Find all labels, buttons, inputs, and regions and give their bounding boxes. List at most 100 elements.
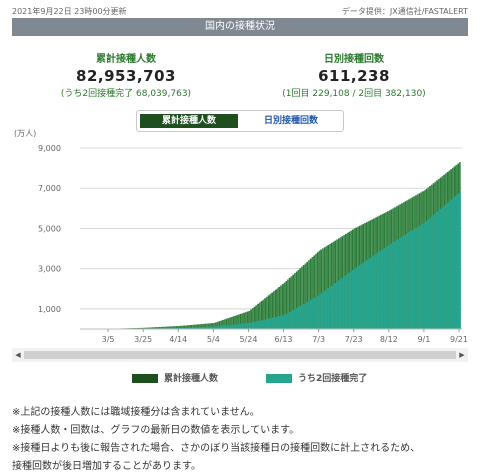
bar-second-dose: [391, 243, 393, 329]
vaccination-chart: (万人)1,0003,0005,0007,0009,0003/53/254/14…: [0, 124, 480, 350]
daily-value: 611,238: [240, 67, 468, 85]
y-tick-label: 3,000: [38, 265, 61, 274]
bar-second-dose: [426, 221, 428, 329]
bar-second-dose: [224, 326, 226, 329]
legend-item-second-dose[interactable]: うち2回接種完了: [266, 373, 367, 385]
bar-second-dose: [403, 236, 405, 329]
bar-second-dose: [454, 197, 456, 329]
legend-swatch-second-dose: [266, 374, 292, 383]
bar-second-dose: [257, 321, 259, 329]
bar-second-dose: [371, 257, 373, 329]
cumulative-sub: (うち2回接種完了 68,039,763): [12, 86, 240, 99]
bar-second-dose: [284, 315, 286, 329]
bar-second-dose: [294, 309, 296, 329]
bar-second-dose: [373, 255, 375, 329]
bar-second-dose: [327, 288, 329, 329]
bar-second-dose: [436, 212, 438, 329]
bar-second-dose: [268, 319, 270, 329]
bar-second-dose: [259, 321, 261, 329]
bar-second-dose: [438, 210, 440, 329]
bar-second-dose: [227, 325, 229, 329]
bar-second-dose: [333, 284, 335, 329]
bar-second-dose: [317, 296, 319, 329]
bar-second-dose: [324, 291, 326, 329]
bar-second-dose: [280, 316, 282, 329]
chart-scrollbar[interactable]: ◀ ▶: [12, 348, 468, 362]
bar-second-dose: [440, 209, 442, 329]
bar-second-dose: [419, 226, 421, 329]
bar-second-dose: [226, 325, 228, 329]
bar-second-dose: [355, 267, 357, 329]
bar-second-dose: [459, 192, 461, 329]
bar-second-dose: [368, 259, 370, 329]
bar-second-dose: [415, 228, 417, 329]
x-tick-label: 4/14: [169, 335, 187, 344]
x-tick-label: 7/3: [312, 335, 325, 344]
bar-second-dose: [229, 325, 231, 329]
bar-second-dose: [308, 301, 310, 329]
scroll-left-arrow-icon[interactable]: ◀: [12, 348, 24, 362]
note-line: ※接種日よりも後に報告された場合、さかのぼり当該接種日の接種回数に計上されるため…: [12, 440, 472, 458]
bar-second-dose: [289, 312, 291, 329]
bar-second-dose: [312, 299, 314, 329]
bar-second-dose: [452, 198, 454, 329]
bar-second-dose: [278, 316, 280, 329]
cumulative-value: 82,953,703: [12, 67, 240, 85]
x-tick-label: 3/5: [102, 335, 115, 344]
scroll-right-arrow-icon[interactable]: ▶: [456, 348, 468, 362]
bar-second-dose: [375, 254, 377, 329]
note-line: ※上記の接種人数には職域接種分は含まれていません。: [12, 404, 472, 422]
bar-second-dose: [457, 194, 459, 329]
bar-second-dose: [271, 318, 273, 329]
y-axis-label: (万人): [14, 129, 36, 138]
bar-second-dose: [277, 317, 279, 329]
bar-second-dose: [238, 324, 240, 329]
bar-second-dose: [254, 322, 256, 329]
y-tick-label: 9,000: [38, 144, 61, 153]
bar-second-dose: [261, 320, 263, 329]
legend-label-cumulative: 累計接種人数: [164, 374, 218, 384]
x-tick-label: 6/13: [275, 335, 293, 344]
legend-swatch-cumulative: [132, 374, 158, 383]
bar-second-dose: [326, 290, 328, 329]
bar-second-dose: [405, 235, 407, 329]
updated-timestamp: 2021年9月22日 23時00分更新: [12, 6, 127, 17]
x-tick-label: 9/21: [450, 335, 468, 344]
bar-second-dose: [264, 319, 266, 329]
bar-second-dose: [352, 270, 354, 329]
bar-second-dose: [424, 222, 426, 329]
bar-second-dose: [336, 282, 338, 329]
x-tick-label: 7/23: [345, 335, 363, 344]
x-tick-label: 9/1: [417, 335, 430, 344]
bar-second-dose: [303, 304, 305, 329]
bar-second-dose: [231, 325, 233, 329]
bar-second-dose: [233, 325, 235, 329]
bar-second-dose: [291, 311, 293, 329]
bar-second-dose: [410, 231, 412, 329]
bar-second-dose: [455, 195, 457, 329]
bar-second-dose: [378, 252, 380, 329]
bar-second-dose: [301, 305, 303, 329]
bar-second-dose: [247, 323, 249, 329]
top-info-bar: 2021年9月22日 23時00分更新 データ提供：JX通信社/FASTALER…: [12, 6, 468, 18]
bar-second-dose: [292, 310, 294, 329]
x-tick-label: 3/25: [134, 335, 152, 344]
bar-second-dose: [412, 230, 414, 329]
bar-second-dose: [241, 324, 243, 329]
y-tick-label: 1,000: [38, 305, 61, 314]
daily-stat: 日別接種回数 611,238 (1回目 229,108 / 2回目 382,13…: [240, 50, 468, 99]
bar-second-dose: [392, 242, 394, 329]
legend-item-cumulative[interactable]: 累計接種人数: [132, 373, 218, 385]
section-header: 国内の接種状況: [12, 18, 468, 36]
bar-second-dose: [266, 319, 268, 329]
bar-second-dose: [362, 263, 364, 329]
bar-second-dose: [306, 302, 308, 329]
bar-second-dose: [298, 307, 300, 329]
bar-second-dose: [313, 298, 315, 329]
bar-second-dose: [434, 213, 436, 329]
scrollbar-thumb[interactable]: [24, 351, 456, 359]
bar-second-dose: [399, 238, 401, 329]
bar-second-dose: [282, 315, 284, 329]
bar-second-dose: [443, 206, 445, 329]
bar-second-dose: [262, 320, 264, 329]
